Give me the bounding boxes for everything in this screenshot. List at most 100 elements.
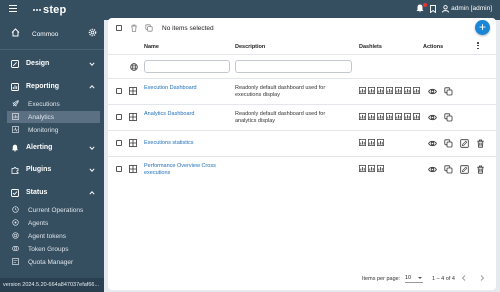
column-header-description[interactable]: Description: [235, 44, 265, 50]
dashlet-icon: [404, 87, 411, 94]
page-range-label: 1 – 4 of 4: [432, 276, 455, 282]
version-label: version 2024.5.20-664a847037efaf66...: [0, 278, 104, 292]
chevron-up-icon: [89, 191, 95, 195]
previous-page-icon[interactable]: [460, 274, 468, 282]
clone-icon[interactable]: [444, 139, 453, 148]
sidebar: Commoo Design Reporting Executions Analy…: [0, 20, 104, 292]
items-per-page-label: Items per page:: [362, 276, 401, 282]
column-header-actions: Actions: [423, 44, 444, 50]
nav-section-status[interactable]: Status: [0, 185, 104, 201]
add-dashboard-button[interactable]: +: [475, 20, 490, 35]
chevron-down-icon: [89, 168, 95, 172]
dashlet-icon: [377, 139, 384, 146]
dashlet-icon: [368, 139, 375, 146]
checkbox-icon: [11, 189, 19, 197]
clone-icon[interactable]: [444, 87, 453, 96]
sidebar-item-agent-tokens[interactable]: Agent tokens: [7, 230, 100, 242]
top-right-actions: admin [admin]: [416, 3, 492, 13]
nav-section-label: Status: [26, 189, 48, 196]
page-size-select[interactable]: 10: [405, 275, 423, 283]
nav-section-label: Reporting: [26, 83, 60, 90]
chevron-down-icon: [89, 62, 95, 66]
dashboard-description: Readonly default dashboard used for exec…: [235, 85, 326, 98]
monitoring-icon: [12, 126, 19, 133]
dashlet-icon: [395, 113, 402, 120]
nav-section-reporting[interactable]: Reporting: [0, 79, 104, 95]
column-options-icon[interactable]: [476, 42, 480, 51]
app-logo[interactable]: step: [33, 3, 66, 17]
sidebar-item-label: Agents: [28, 220, 49, 227]
notifications-bell-icon[interactable]: [416, 3, 428, 13]
copy-selected-icon[interactable]: [145, 24, 153, 32]
dashboard-name-link[interactable]: Performance Overview Cross executions: [144, 163, 230, 176]
menu-icon[interactable]: [9, 5, 17, 14]
sidebar-item-agents[interactable]: Agents: [7, 217, 100, 229]
nav-section-plugins[interactable]: Plugins: [0, 162, 104, 178]
bookmark-icon[interactable]: [430, 4, 437, 13]
user-label: admin [admin]: [451, 5, 492, 12]
dropdown-arrow-icon: [418, 277, 422, 279]
workspace-name[interactable]: Commoo: [32, 31, 58, 38]
edit-icon[interactable]: [460, 165, 469, 174]
dashlet-icon: [386, 113, 393, 120]
select-all-checkbox[interactable]: [116, 25, 122, 31]
dashlets-list: [359, 165, 384, 172]
operations-icon: [12, 206, 19, 213]
delete-icon[interactable]: [476, 165, 485, 174]
sidebar-item-quota-manager[interactable]: Quota Manager: [7, 256, 100, 268]
table-row: Performance Overview Cross executions: [108, 157, 496, 182]
sidebar-item-monitoring[interactable]: Monitoring: [7, 124, 100, 136]
dashboard-grid-icon: [129, 165, 137, 173]
name-filter-input[interactable]: [144, 60, 230, 73]
globe-icon[interactable]: [130, 63, 138, 71]
sidebar-item-label: Executions: [28, 101, 60, 108]
dashboard-grid-icon: [129, 139, 137, 147]
table-toolbar: No items selected +: [108, 18, 496, 40]
sidebar-item-current-operations[interactable]: Current Operations: [7, 204, 100, 216]
nav-section-design[interactable]: Design: [0, 56, 104, 72]
nav-section-alerting[interactable]: Alerting: [0, 140, 104, 156]
home-icon[interactable]: [11, 28, 20, 37]
view-icon[interactable]: [428, 165, 437, 174]
dashboard-name-link[interactable]: Execution Dashboard: [144, 85, 230, 92]
dashlets-list: [359, 139, 384, 146]
dashboard-name-link[interactable]: Executions statistics: [144, 140, 230, 147]
dashboards-table-panel: No items selected + Name Description Das…: [108, 18, 496, 290]
view-icon[interactable]: [428, 113, 437, 122]
selection-status: No items selected: [162, 25, 214, 32]
user-menu[interactable]: admin [admin]: [442, 4, 492, 13]
table-row: Execution Dashboard Readonly default das…: [108, 79, 496, 104]
token-icon: [12, 232, 19, 239]
nav-section-label: Plugins: [26, 166, 52, 173]
sidebar-item-analytics[interactable]: Analytics: [7, 111, 100, 123]
sidebar-item-executions[interactable]: Executions: [7, 98, 100, 110]
row-checkbox[interactable]: [116, 114, 122, 120]
clone-icon[interactable]: [444, 113, 453, 122]
dashlet-icon: [368, 165, 375, 172]
dashlet-icon: [368, 113, 375, 120]
row-checkbox[interactable]: [116, 140, 122, 146]
edit-icon[interactable]: [460, 139, 469, 148]
view-icon[interactable]: [428, 139, 437, 148]
column-header-name[interactable]: Name: [144, 44, 159, 50]
view-icon[interactable]: [428, 87, 437, 96]
sidebar-item-token-groups[interactable]: Token Groups: [7, 243, 100, 255]
sidebar-item-label: Monitoring: [28, 127, 59, 134]
delete-icon[interactable]: [476, 139, 485, 148]
divider: [108, 54, 496, 55]
description-filter-input[interactable]: [235, 60, 352, 73]
dashboard-name-link[interactable]: Analytics Dashboard: [144, 111, 230, 118]
gear-icon[interactable]: [88, 28, 97, 37]
dashboard-grid-icon: [129, 87, 137, 95]
dashlet-icon: [359, 139, 366, 146]
next-page-icon[interactable]: [478, 274, 486, 282]
row-checkbox[interactable]: [116, 88, 122, 94]
clone-icon[interactable]: [444, 165, 453, 174]
token-group-icon: [12, 246, 19, 251]
top-bar: step admin [admin]: [0, 0, 500, 20]
logo-text: step: [43, 4, 67, 16]
analytics-icon: [12, 113, 19, 120]
dashlet-icon: [377, 113, 384, 120]
row-checkbox[interactable]: [116, 166, 122, 172]
delete-selected-icon[interactable]: [130, 24, 138, 32]
